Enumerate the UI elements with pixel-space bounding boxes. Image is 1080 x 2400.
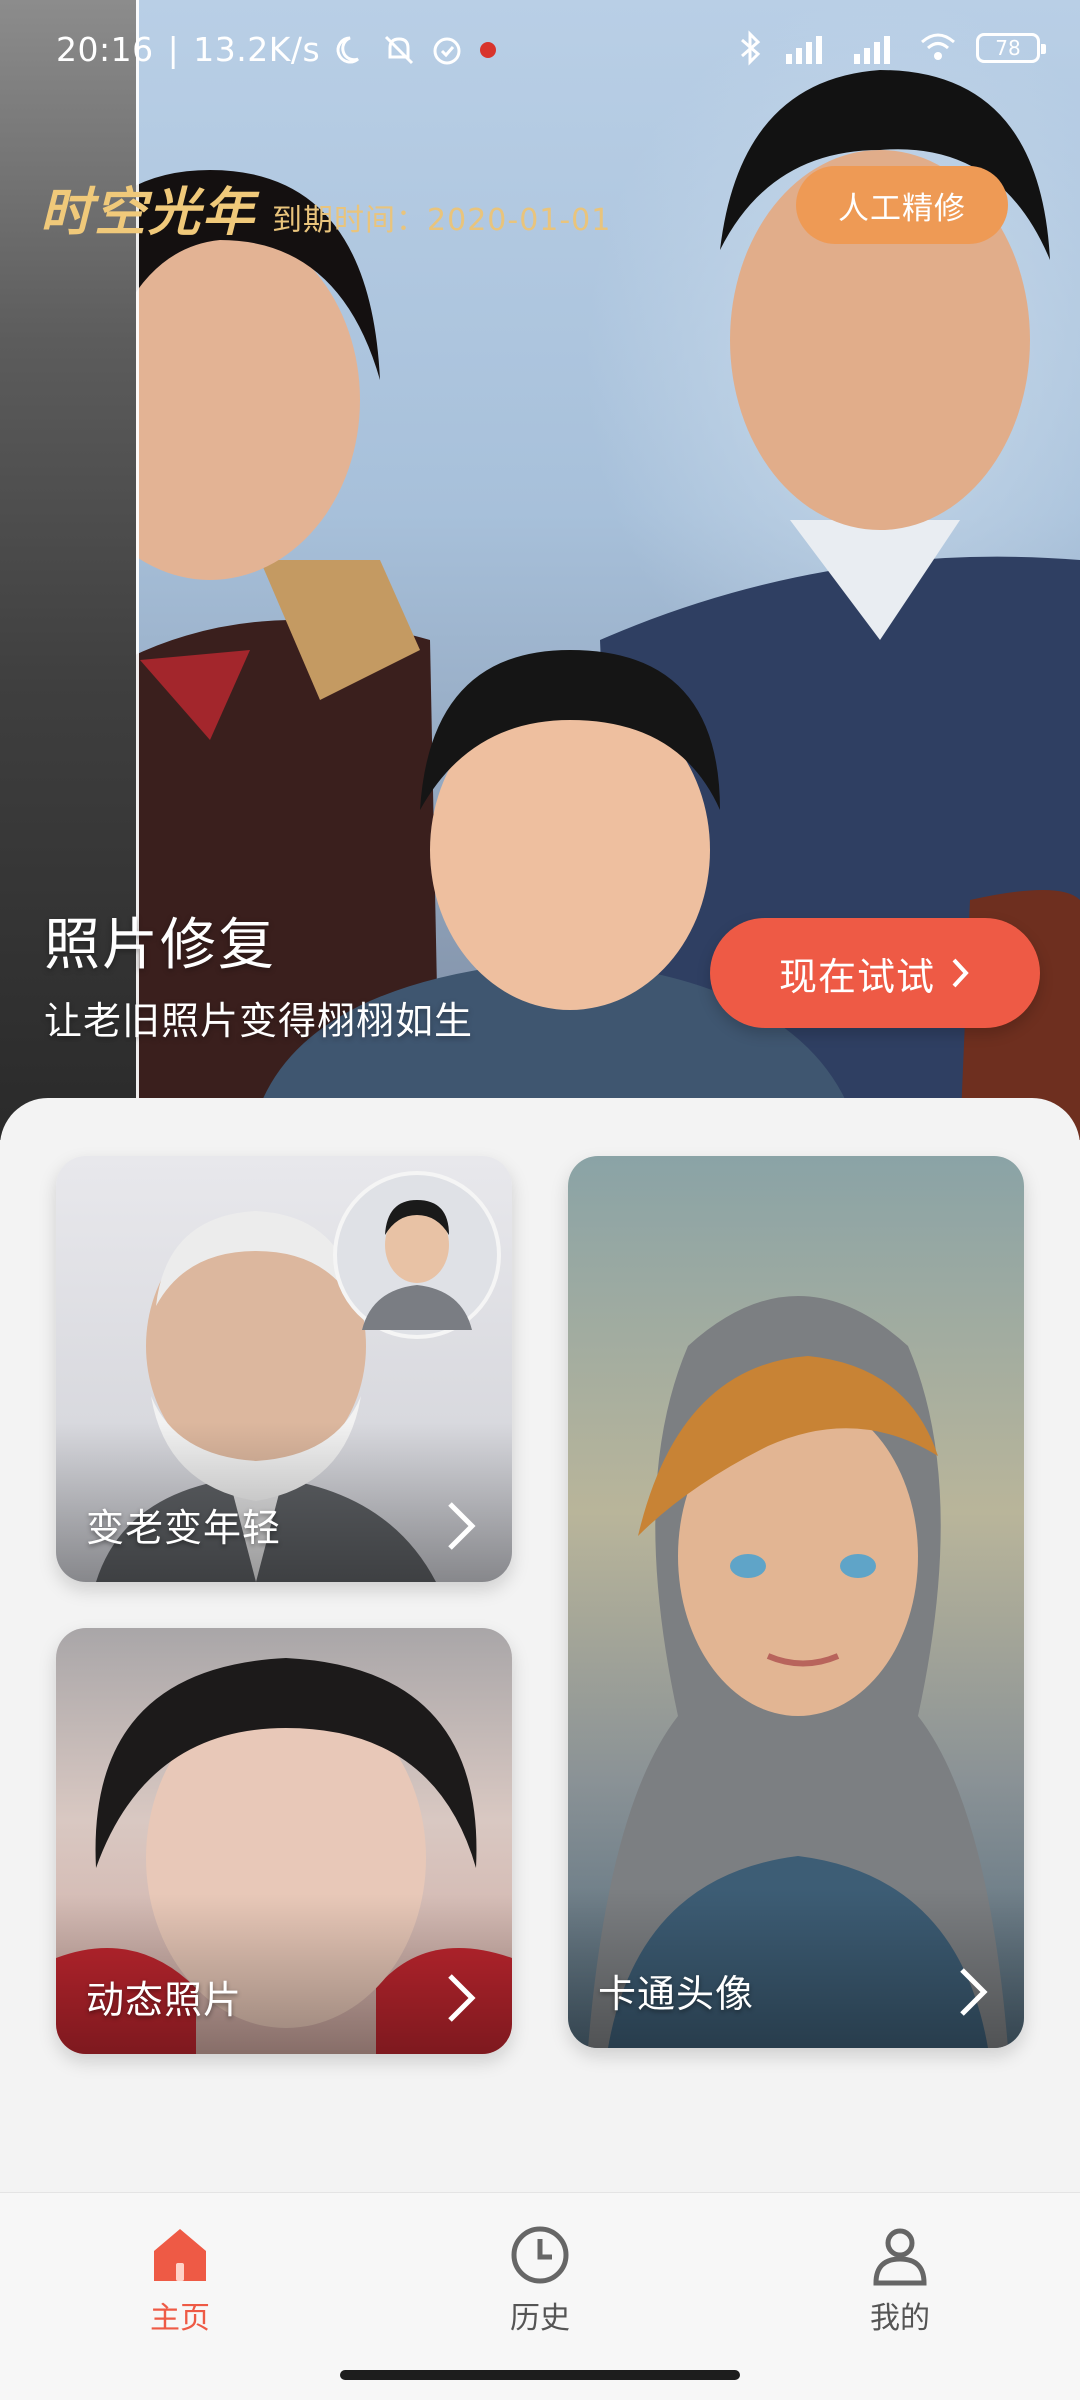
tab-mine-label: 我的 [870, 2301, 930, 2336]
user-icon [873, 2228, 927, 2286]
live-photo-card[interactable]: 动态照片 [56, 1628, 512, 2054]
chevron-right-icon [448, 1974, 476, 2022]
bell-off-icon [385, 35, 414, 64]
tab-history[interactable]: 历史 [440, 2223, 640, 2337]
boy-avatar [333, 1171, 501, 1339]
live-card-label: 动态照片 [86, 1978, 243, 2022]
status-left: 20:16 | 13.2K/s [56, 30, 498, 69]
home-icon [154, 2229, 206, 2281]
chevron-right-icon [952, 958, 969, 988]
home-indicator[interactable] [340, 2370, 740, 2380]
age-card-label: 变老变年轻 [86, 1506, 282, 1550]
manual-retouch-button[interactable]: 人工精修 [796, 166, 1008, 244]
chevron-right-icon [960, 1968, 988, 2016]
tab-home[interactable]: 主页 [80, 2223, 280, 2337]
app-screen: 20:16 | 13.2K/s 78 时空光年 到期时间：2020-01-01 … [0, 0, 1080, 2400]
status-separator: | [167, 30, 180, 69]
signal-hd-icon [786, 36, 822, 64]
bluetooth-icon [741, 30, 761, 66]
status-time: 20:16 [56, 30, 154, 69]
tab-history-label: 历史 [510, 2301, 570, 2336]
app-notification-icon [480, 41, 497, 58]
hero-title: 照片修复 [44, 913, 276, 978]
expiry-date: 到期时间：2020-01-01 [272, 203, 612, 238]
hero-banner[interactable]: 20:16 | 13.2K/s 78 时空光年 到期时间：2020-01-01 … [0, 0, 1080, 1140]
status-speed: 13.2K/s [193, 30, 321, 69]
signal-hd-2-icon [854, 36, 890, 64]
moon-icon [336, 36, 360, 63]
clock-icon [511, 2226, 569, 2284]
battery-indicator: 78 [976, 33, 1046, 63]
tab-home-label: 主页 [150, 2301, 210, 2336]
try-now-label: 现在试试 [778, 954, 935, 999]
wifi-icon [921, 33, 955, 60]
status-bar: 20:16 | 13.2K/s 78 [0, 0, 1080, 104]
age-transform-card[interactable]: 变老变年轻 [56, 1156, 512, 1582]
chevron-right-icon [448, 1502, 476, 1550]
brand-row: 时空光年 到期时间：2020-01-01 [40, 170, 611, 245]
tab-mine[interactable]: 我的 [800, 2223, 1000, 2337]
alarm-icon [433, 37, 461, 64]
status-right: 78 [738, 30, 1046, 66]
brand-title: 时空光年 [40, 183, 257, 243]
try-now-button[interactable]: 现在试试 [710, 918, 1040, 1028]
cartoon-avatar-card[interactable]: 卡通头像 [568, 1156, 1024, 2048]
hero-subtitle: 让老旧照片变得栩栩如生 [44, 999, 474, 1043]
cartoon-card-label: 卡通头像 [598, 1972, 755, 2016]
bottom-tab-bar: 主页 历史 我的 [0, 2192, 1080, 2400]
